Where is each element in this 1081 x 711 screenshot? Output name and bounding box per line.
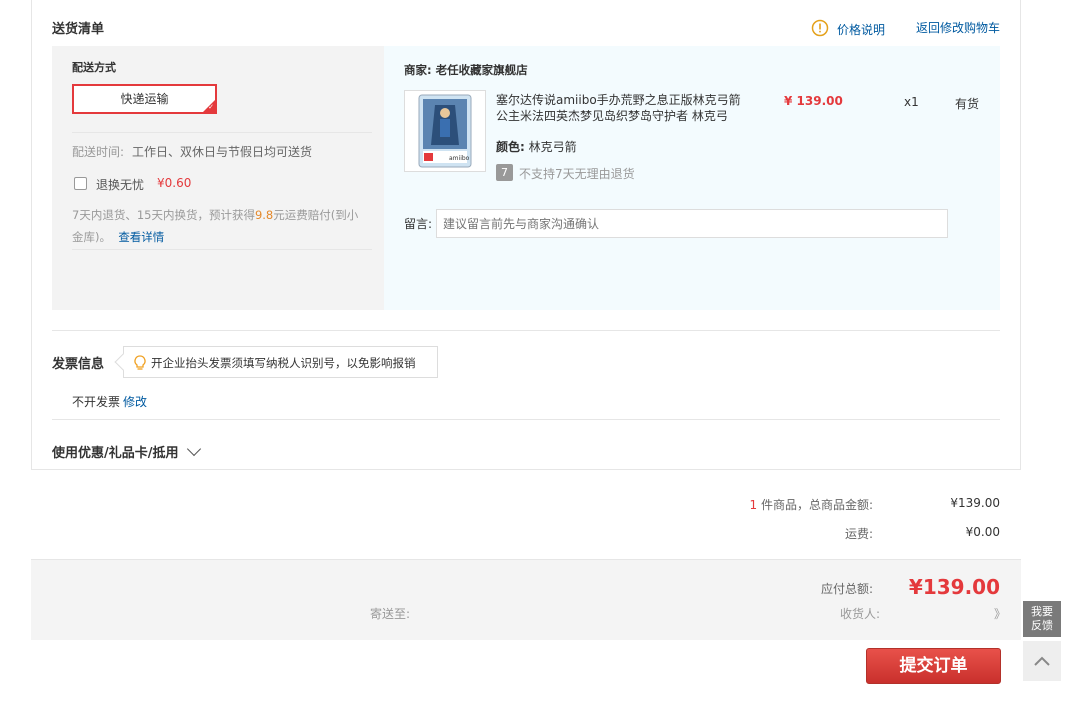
- divider: [52, 330, 1000, 331]
- payable-total: ¥139.00: [908, 575, 1000, 599]
- shipping-fee-label: 运费:: [844, 527, 873, 541]
- color-label: 颜色:: [496, 140, 525, 154]
- delivery-list-title: 送货清单: [52, 22, 105, 37]
- policy-text: 7天内退货、15天内换货，预计获得: [72, 208, 255, 222]
- stock-status: 有货: [955, 97, 980, 111]
- worry-free-price: ¥0.60: [157, 176, 192, 190]
- divider: [72, 132, 372, 133]
- payable-label: 应付总额:: [820, 582, 873, 596]
- shipping-fee-value: ¥0.00: [965, 525, 1000, 539]
- coupon-toggle[interactable]: 使用优惠/礼品卡/抵用: [52, 441, 202, 461]
- message-input[interactable]: [436, 209, 948, 238]
- product-thumbnail[interactable]: amiibo: [404, 90, 486, 172]
- product-price: ¥ 139.00: [784, 94, 843, 108]
- product-title-line: 塞尔达传说amiibo手办荒野之息正版林克弓箭: [496, 93, 741, 107]
- view-details-link[interactable]: 查看详情: [118, 230, 164, 244]
- chevron-down-icon: [186, 441, 202, 457]
- worry-free-checkbox[interactable]: [74, 177, 87, 190]
- thumb-brand: amiibo: [449, 155, 470, 162]
- ship-to-label: 寄送至:: [370, 607, 411, 621]
- policy-amount: 9.8: [254, 208, 274, 222]
- item-total-value: ¥139.00: [950, 496, 1000, 510]
- shipping-method-title: 配送方式: [72, 61, 116, 74]
- lightbulb-icon: [134, 355, 146, 371]
- product-color: 颜色: 林克弓箭: [496, 138, 577, 155]
- return-badge-text: 7: [501, 166, 508, 179]
- warning-circle-icon: [811, 19, 829, 37]
- express-shipping-option[interactable]: 快递运输 ✓: [72, 84, 217, 114]
- policy-text-3: 金库)。: [72, 230, 111, 244]
- product-title-line: 公主米法四英杰梦见岛织梦岛守护者 林克弓: [496, 109, 728, 123]
- receiver-label: 收货人:: [840, 607, 881, 621]
- worry-free-label: 退换无忧: [96, 178, 145, 192]
- item-total-label: 1 件商品，总商品金额:: [740, 496, 873, 513]
- feedback-line: 反馈: [1031, 619, 1053, 632]
- express-shipping-label: 快递运输: [120, 92, 169, 106]
- submit-order-button[interactable]: 提交订单: [866, 648, 1001, 684]
- item-count: 1: [749, 498, 758, 512]
- invoice-tip-bubble: 开企业抬头发票须填写纳税人识别号，以免影响报销: [114, 346, 438, 378]
- divider: [52, 419, 1000, 420]
- invoice-edit-link[interactable]: 修改: [123, 393, 147, 410]
- invoice-tip-text: 开企业抬头发票须填写纳税人识别号，以免影响报销: [151, 356, 416, 370]
- receiver-value: 》: [994, 607, 1007, 621]
- divider: [72, 249, 372, 250]
- merchant-name: 老任收藏家旗舰店: [435, 63, 528, 77]
- return-policy-text: 不支持7天无理由退货: [519, 167, 635, 181]
- invoice-status: 不开发票: [72, 395, 121, 409]
- feedback-button[interactable]: 我要 反馈: [1023, 601, 1061, 637]
- order-total-bar: [31, 559, 1021, 640]
- merchant: 商家: 老任收藏家旗舰店: [404, 62, 528, 78]
- back-to-top-button[interactable]: [1023, 641, 1061, 681]
- delivery-time-label: 配送时间:: [72, 145, 125, 159]
- delivery-time-value: 工作日、双休日与节假日均可送货: [132, 145, 313, 159]
- coupon-title: 使用优惠/礼品卡/抵用: [52, 446, 179, 461]
- item-total-text: 件商品，总商品金额:: [760, 498, 873, 512]
- order-items-panel: [384, 46, 1000, 310]
- product-quantity: x1: [904, 95, 919, 109]
- merchant-label: 商家:: [404, 63, 432, 77]
- back-to-cart-link[interactable]: 返回修改购物车: [916, 19, 1000, 36]
- color-value: 林克弓箭: [528, 140, 577, 154]
- price-info-link[interactable]: 价格说明: [837, 21, 885, 38]
- amiibo-package-image: [418, 94, 472, 168]
- feedback-line: 我要: [1031, 605, 1053, 618]
- policy-text-2: 元运费赔付(到小: [273, 208, 359, 222]
- chevron-up-icon: [1034, 656, 1050, 666]
- check-icon: ✓: [208, 103, 214, 111]
- message-label: 留言:: [404, 217, 433, 231]
- worry-free-policy: 7天内退货、15天内换货，预计获得9.8元运费赔付(到小 金库)。 查看详情: [72, 204, 372, 248]
- product-title[interactable]: 塞尔达传说amiibo手办荒野之息正版林克弓箭 公主米法四英杰梦见岛织梦岛守护者…: [496, 92, 756, 124]
- seven-day-return-icon: 7: [496, 164, 513, 181]
- invoice-title: 发票信息: [52, 357, 105, 372]
